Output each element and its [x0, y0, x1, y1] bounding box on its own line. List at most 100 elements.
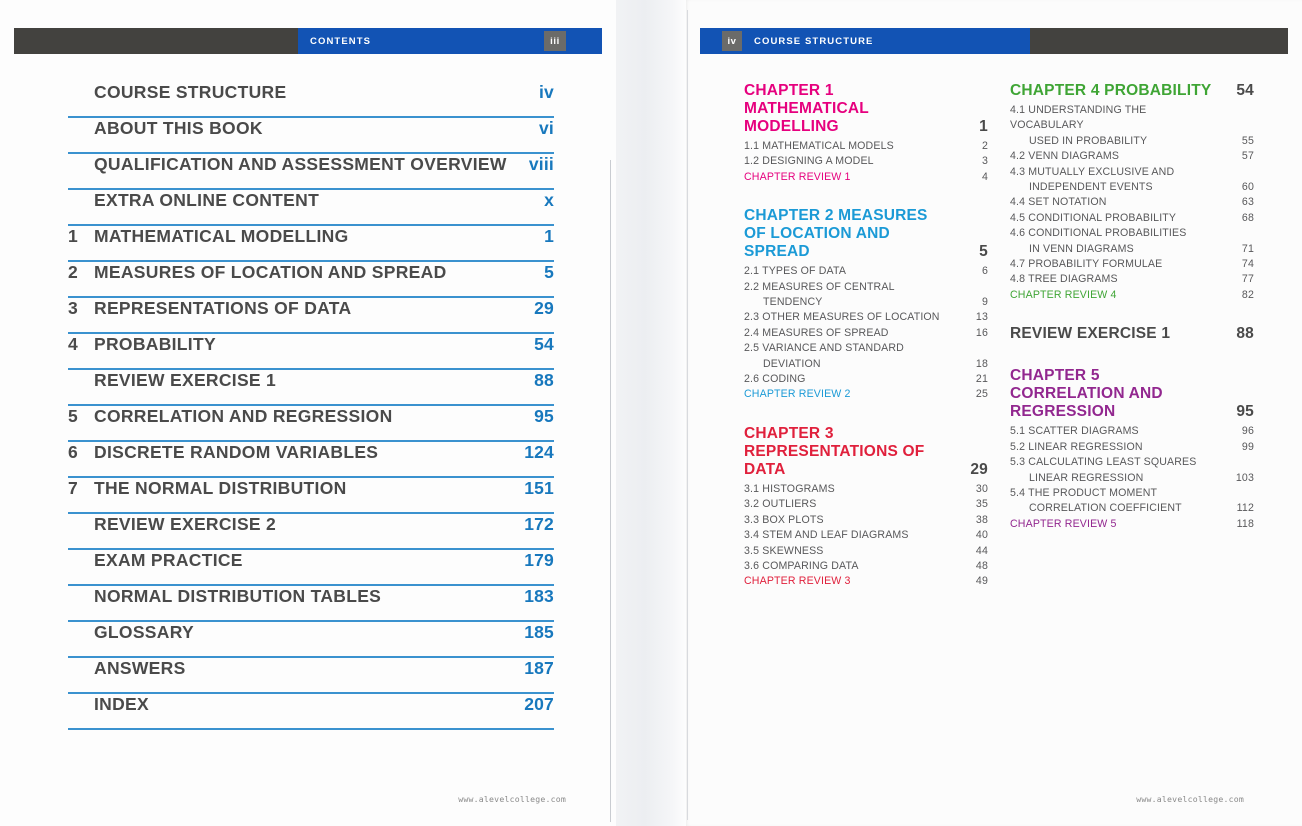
section-entry[interactable]: 3.3 BOX PLOTS 38	[744, 513, 988, 528]
section-entry[interactable]: 1.1 MATHEMATICAL MODELS 2	[744, 139, 988, 154]
chapter-review-entry[interactable]: CHAPTER REVIEW 1 4	[744, 170, 988, 185]
section-entry[interactable]: 2.6 CODING 21	[744, 372, 988, 387]
toc-row[interactable]: 2 MEASURES OF LOCATION AND SPREAD 5	[68, 262, 554, 298]
section-title: 2.3 OTHER MEASURES OF LOCATION	[744, 311, 940, 324]
chapter-block: CHAPTER 3 REPRESENTATIONS OF DATA 29 3.1 H…	[744, 425, 988, 590]
section-page-number: 82	[1241, 288, 1254, 301]
section-page-number: 4	[981, 170, 988, 183]
chapter-heading[interactable]: CHAPTER 1 MATHEMATICAL MODELLING 1	[744, 82, 988, 136]
chapter-review-entry[interactable]: CHAPTER REVIEW 5 118	[1010, 517, 1254, 532]
toc-row[interactable]: NORMAL DISTRIBUTION TABLES 183	[68, 586, 554, 622]
chapter-heading[interactable]: CHAPTER 3 REPRESENTATIONS OF DATA 29	[744, 425, 988, 479]
section-entry[interactable]: TENDENCY 9	[744, 295, 988, 310]
toc-entry-label: ABOUT THIS BOOK	[94, 118, 263, 138]
section-entry[interactable]: 3.4 STEM AND LEAF DIAGRAMS 40	[744, 528, 988, 543]
section-entry[interactable]: 2.3 OTHER MEASURES OF LOCATION 13	[744, 310, 988, 325]
section-title: 3.3 BOX PLOTS	[744, 513, 824, 526]
section-entry[interactable]: 5.1 SCATTER DIAGRAMS 96	[1010, 424, 1254, 439]
section-page-number: 21	[975, 373, 988, 386]
toc-chapter-number: 1	[68, 226, 78, 246]
section-title: 2.6 CODING	[744, 373, 806, 386]
toc-row[interactable]: GLOSSARY 185	[68, 622, 554, 658]
toc-entry-label: GLOSSARY	[94, 622, 194, 642]
section-entry[interactable]: USED IN PROBABILITY 55	[1010, 134, 1254, 149]
toc-row[interactable]: EXTRA ONLINE CONTENT x	[68, 190, 554, 226]
section-title: CHAPTER REVIEW 4	[1010, 288, 1117, 301]
section-entry[interactable]: 2.2 MEASURES OF CENTRAL	[744, 280, 988, 295]
toc-entry-label: EXAM PRACTICE	[94, 550, 243, 570]
toc-row[interactable]: 7 THE NORMAL DISTRIBUTION 151	[68, 478, 554, 514]
toc-row[interactable]: ABOUT THIS BOOK vi	[68, 118, 554, 154]
toc-row[interactable]: 5 CORRELATION AND REGRESSION 95	[68, 406, 554, 442]
chapter-page-number: 54	[1236, 82, 1254, 99]
toc-entry-label: REPRESENTATIONS OF DATA	[94, 298, 352, 318]
chapter-heading[interactable]: CHAPTER 2 MEASURES OF LOCATION AND SPREA…	[744, 207, 988, 261]
section-entry[interactable]: LINEAR REGRESSION 103	[1010, 471, 1254, 486]
section-entry[interactable]: DEVIATION 18	[744, 357, 988, 372]
section-entry[interactable]: 4.6 CONDITIONAL PROBABILITIES	[1010, 226, 1254, 241]
toc-entry-label: MATHEMATICAL MODELLING	[94, 226, 349, 246]
section-entry[interactable]: 2.5 VARIANCE AND STANDARD	[744, 341, 988, 356]
section-entry[interactable]: INDEPENDENT EVENTS 60	[1010, 180, 1254, 195]
toc-row[interactable]: 4 PROBABILITY 54	[68, 334, 554, 370]
review-exercise-entry[interactable]: REVIEW EXERCISE 1 88	[1010, 325, 1254, 343]
running-head-dark-band	[14, 28, 298, 54]
toc-row[interactable]: REVIEW EXERCISE 2 172	[68, 514, 554, 550]
section-entry[interactable]: 4.4 SET NOTATION 63	[1010, 195, 1254, 210]
toc-row[interactable]: REVIEW EXERCISE 1 88	[68, 370, 554, 406]
section-title: 4.4 SET NOTATION	[1010, 196, 1107, 209]
chapter-heading[interactable]: CHAPTER 5 CORRELATION AND REGRESSION 95	[1010, 367, 1254, 421]
section-entry[interactable]: CORRELATION COEFFICIENT 112	[1010, 501, 1254, 516]
left-page: CONTENTS iii COURSE STRUCTURE iv ABOUT THI…	[0, 0, 616, 826]
section-entry[interactable]: 4.1 UNDERSTANDING THE VOCABULARY	[1010, 103, 1254, 134]
toc-row[interactable]: COURSE STRUCTURE iv	[68, 82, 554, 118]
section-entry[interactable]: IN VENN DIAGRAMS 71	[1010, 242, 1254, 257]
section-title: 4.5 CONDITIONAL PROBABILITY	[1010, 211, 1177, 224]
section-page-number: 55	[1241, 134, 1254, 147]
section-entry[interactable]: 4.2 VENN DIAGRAMS 57	[1010, 149, 1254, 164]
toc-row[interactable]: 1 MATHEMATICAL MODELLING 1	[68, 226, 554, 262]
section-title: 2.5 VARIANCE AND STANDARD	[744, 342, 904, 355]
chapter-review-entry[interactable]: CHAPTER REVIEW 3 49	[744, 574, 988, 589]
chapter-review-entry[interactable]: CHAPTER REVIEW 4 82	[1010, 288, 1254, 303]
running-head-title: COURSE STRUCTURE	[754, 35, 874, 47]
section-entry[interactable]: 4.5 CONDITIONAL PROBABILITY 68	[1010, 211, 1254, 226]
section-entry[interactable]: 4.7 PROBABILITY FORMULAE 74	[1010, 257, 1254, 272]
toc-row[interactable]: EXAM PRACTICE 179	[68, 550, 554, 586]
toc-row[interactable]: INDEX 207	[68, 694, 554, 730]
toc-chapter-number: 4	[68, 334, 78, 354]
section-entry[interactable]: 1.2 DESIGNING A MODEL 3	[744, 154, 988, 169]
chapter-block: CHAPTER 1 MATHEMATICAL MODELLING 1 1.1 MAT…	[744, 82, 988, 185]
toc-row[interactable]: 3 REPRESENTATIONS OF DATA 29	[68, 298, 554, 334]
section-entry[interactable]: 2.4 MEASURES OF SPREAD 16	[744, 326, 988, 341]
chapter-title: CHAPTER 1 MATHEMATICAL MODELLING	[744, 82, 869, 135]
section-entry[interactable]: 5.2 LINEAR REGRESSION 99	[1010, 440, 1254, 455]
toc-row[interactable]: ANSWERS 187	[68, 658, 554, 694]
toc-entry-label: INDEX	[94, 694, 149, 714]
toc-entry-label: MEASURES OF LOCATION AND SPREAD	[94, 262, 447, 282]
toc-page-number: 183	[524, 586, 554, 606]
section-entry[interactable]: 5.3 CALCULATING LEAST SQUARES	[1010, 455, 1254, 470]
toc-row[interactable]: 6 DISCRETE RANDOM VARIABLES 124	[68, 442, 554, 478]
toc-chapter-number: 5	[68, 406, 78, 426]
section-entry[interactable]: 4.3 MUTUALLY EXCLUSIVE AND	[1010, 165, 1254, 180]
review-exercise-page-number: 88	[1236, 325, 1254, 343]
chapter-review-entry[interactable]: CHAPTER REVIEW 2 25	[744, 387, 988, 402]
section-entry[interactable]: 3.6 COMPARING DATA 48	[744, 559, 988, 574]
chapter-heading[interactable]: CHAPTER 4 PROBABILITY 54	[1010, 82, 1254, 100]
toc-row[interactable]: QUALIFICATION AND ASSESSMENT OVERVIEW vii…	[68, 154, 554, 190]
section-title: 5.4 THE PRODUCT MOMENT	[1010, 486, 1158, 499]
section-entry[interactable]: 3.1 HISTOGRAMS 30	[744, 482, 988, 497]
toc-page-number: 124	[524, 442, 554, 462]
section-entry[interactable]: 2.1 TYPES OF DATA 6	[744, 264, 988, 279]
section-page-number: 6	[981, 265, 988, 278]
section-title: 4.1 UNDERSTANDING THE VOCABULARY	[1010, 104, 1147, 132]
section-entry[interactable]: 3.2 OUTLIERS 35	[744, 497, 988, 512]
running-head-dark-band	[1030, 28, 1288, 54]
section-title: 4.6 CONDITIONAL PROBABILITIES	[1010, 227, 1187, 240]
section-entry[interactable]: 5.4 THE PRODUCT MOMENT	[1010, 486, 1254, 501]
section-entry[interactable]: 4.8 TREE DIAGRAMS 77	[1010, 272, 1254, 287]
section-entry[interactable]: 3.5 SKEWNESS 44	[744, 544, 988, 559]
section-page-number: 9	[981, 296, 988, 309]
section-title: 4.3 MUTUALLY EXCLUSIVE AND	[1010, 165, 1175, 178]
